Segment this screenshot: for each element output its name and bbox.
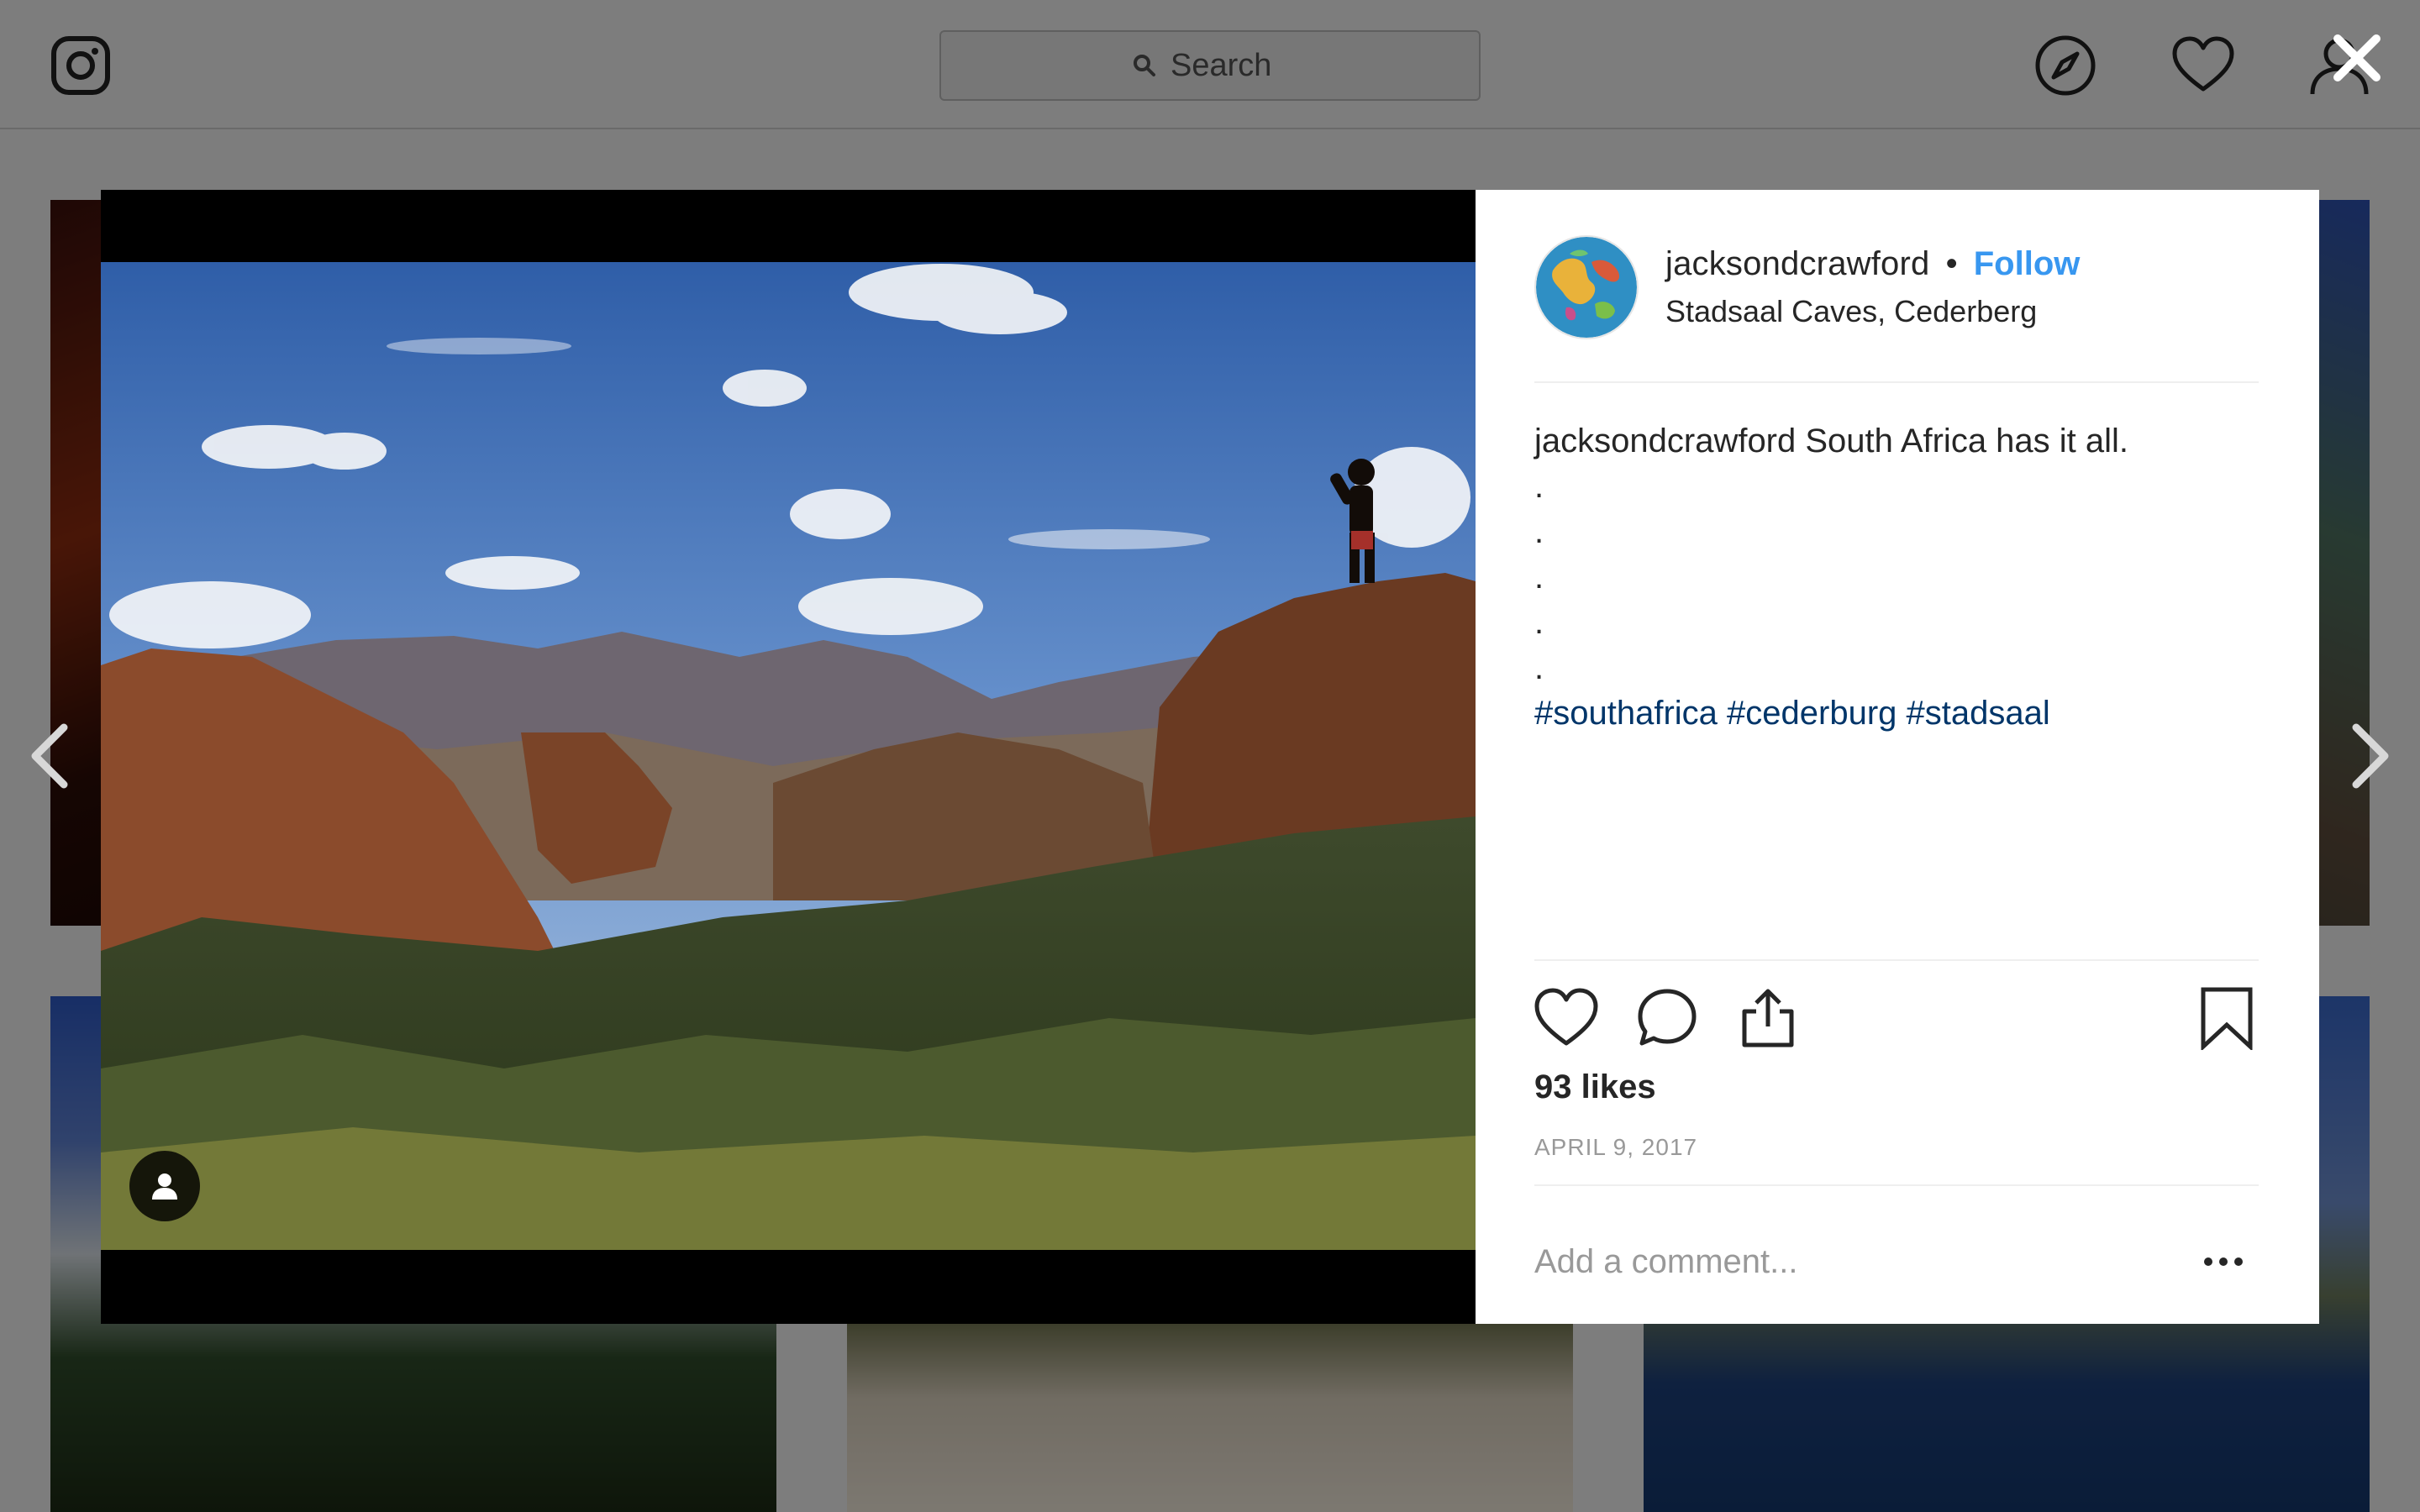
search-box[interactable] (939, 30, 1481, 101)
hashtag-link[interactable]: #cederburg (1727, 695, 1897, 732)
post-date: APRIL 9, 2017 (1534, 1134, 1698, 1160)
bookmark-icon[interactable] (2195, 986, 2259, 1050)
close-icon[interactable] (2328, 29, 2386, 87)
comment-row (1534, 1220, 2259, 1304)
header-divider (1534, 381, 2259, 383)
like-count[interactable]: 93 likes (1534, 1068, 1656, 1106)
hashtag-list: #southafrica #cederburg #stadsaal (1534, 690, 2259, 736)
separator-dot: • (1945, 245, 1958, 282)
caption-dot: . (1534, 468, 1544, 505)
comment-bubble-icon[interactable] (1635, 986, 1699, 1050)
caption-dot: . (1534, 513, 1544, 550)
actions-divider (1534, 959, 2259, 961)
hashtag-link[interactable]: #stadsaal (1907, 695, 2050, 732)
post-location[interactable]: Stadsaal Caves, Cederberg (1665, 294, 2037, 329)
caption-dot: . (1534, 649, 1544, 686)
more-options-icon[interactable] (2198, 1238, 2249, 1285)
follow-button[interactable]: Follow (1974, 245, 2081, 282)
tag-user-button[interactable] (129, 1151, 200, 1221)
caption-dot: . (1534, 559, 1544, 596)
caption-dot: . (1534, 604, 1544, 641)
globe-avatar-icon (1536, 237, 1637, 338)
hashtag-link[interactable]: #southafrica (1534, 695, 1718, 732)
post-caption: jacksondcrawford South Africa has it all… (1534, 418, 2259, 736)
post-photo[interactable] (101, 262, 1476, 1250)
post-modal: jacksondcrawford • Follow Stadsaal Caves… (101, 190, 2319, 1324)
post-header: jacksondcrawford • Follow Stadsaal Caves… (1534, 235, 2259, 341)
post-media (101, 190, 1476, 1324)
comment-divider (1534, 1184, 2259, 1186)
heart-icon[interactable] (2171, 34, 2235, 97)
top-nav-bar (0, 0, 2420, 129)
tag-user-icon (152, 1173, 177, 1200)
compass-icon[interactable] (2033, 34, 2097, 97)
search-icon (1134, 55, 1155, 76)
previous-post-chevron-icon[interactable] (25, 721, 76, 791)
share-icon[interactable] (1736, 986, 1800, 1050)
landscape-photo (101, 262, 1476, 1250)
search-input[interactable] (1171, 47, 1288, 84)
caption-text: South Africa has it all. (1805, 423, 2129, 459)
next-post-chevron-icon[interactable] (2344, 721, 2395, 791)
like-heart-icon[interactable] (1534, 986, 1598, 1050)
post-sidebar: jacksondcrawford • Follow Stadsaal Caves… (1476, 190, 2319, 1324)
comment-input[interactable] (1534, 1238, 2173, 1285)
post-username[interactable]: jacksondcrawford (1665, 245, 1929, 282)
avatar[interactable] (1534, 235, 1639, 339)
instagram-logo-icon[interactable] (50, 35, 111, 96)
post-actions (1534, 986, 2259, 1053)
caption-username[interactable]: jacksondcrawford (1534, 423, 1796, 459)
